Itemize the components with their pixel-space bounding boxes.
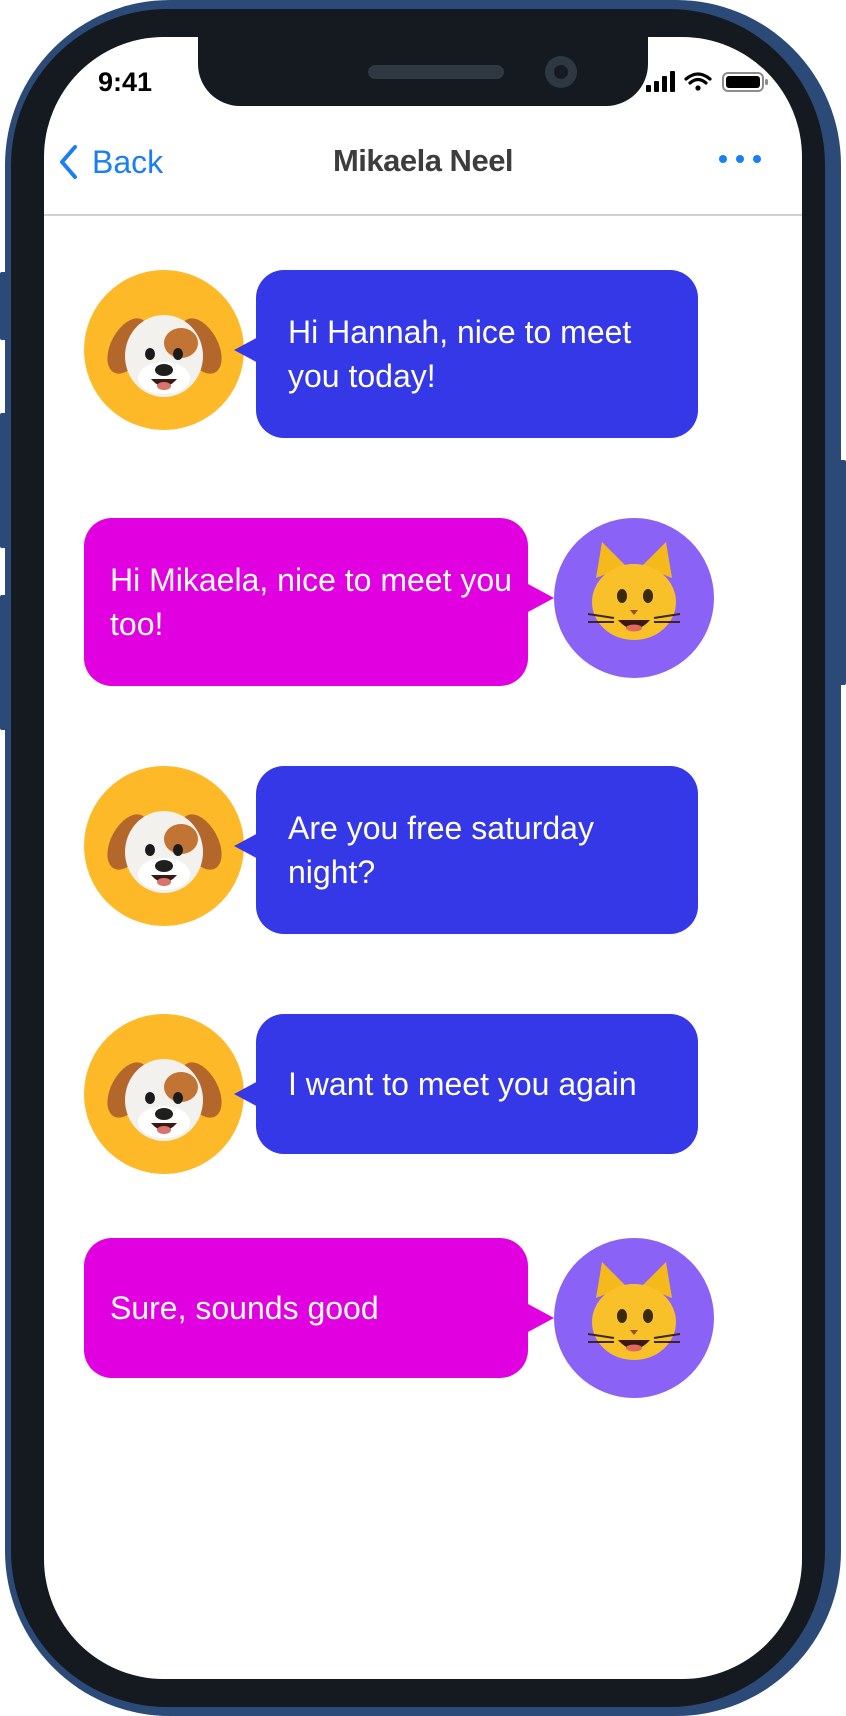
message-bubble-sent[interactable]: Sure, sounds good [84,1238,528,1378]
message-bubble-received[interactable]: Are you free saturday night? [256,766,698,934]
message-text: I want to meet you again [288,1066,637,1102]
message-text: Hi Mikaela, nice to meet you too! [110,562,512,642]
dog-memoji-icon [107,1059,222,1141]
dog-avatar[interactable] [84,1014,244,1174]
status-time: 9:41 [98,67,153,97]
bubble-tail [528,1304,554,1332]
cat-avatar[interactable] [554,518,714,678]
cellular-signal-icon [646,71,675,92]
volume-up-button [0,413,7,548]
navigation-bar: Back Mikaela Neel [44,117,802,216]
status-icons [646,70,776,94]
notch [198,37,648,106]
phone-screen: 9:41 Back Mikaela Neel Hi Hannah, nice t… [44,37,802,1679]
wifi-icon [684,72,712,91]
more-options-button[interactable] [718,149,762,169]
dog-avatar[interactable] [84,270,244,430]
cat-avatar[interactable] [554,1238,714,1398]
message-text: Hi Hannah, nice to meet you today! [288,314,632,394]
power-button [839,460,846,685]
mute-switch [0,272,7,340]
message-text: Are you free saturday night? [288,810,594,890]
dog-avatar[interactable] [84,766,244,926]
cat-memoji-icon [587,1262,681,1360]
message-bubble-received[interactable]: Hi Hannah, nice to meet you today! [256,270,698,438]
dog-memoji-icon [107,315,222,397]
message-text: Sure, sounds good [110,1290,379,1326]
dog-memoji-icon [107,811,222,893]
message-bubble-received[interactable]: I want to meet you again [256,1014,698,1154]
cat-memoji-icon [587,542,681,640]
speaker-grille [368,65,504,79]
message-bubble-sent[interactable]: Hi Mikaela, nice to meet you too! [84,518,528,686]
battery-icon [722,72,768,92]
front-camera [545,56,577,88]
conversation-title: Mikaela Neel [332,143,514,178]
ellipsis-icon [719,155,761,163]
volume-down-button [0,595,7,730]
bubble-tail [528,584,554,612]
